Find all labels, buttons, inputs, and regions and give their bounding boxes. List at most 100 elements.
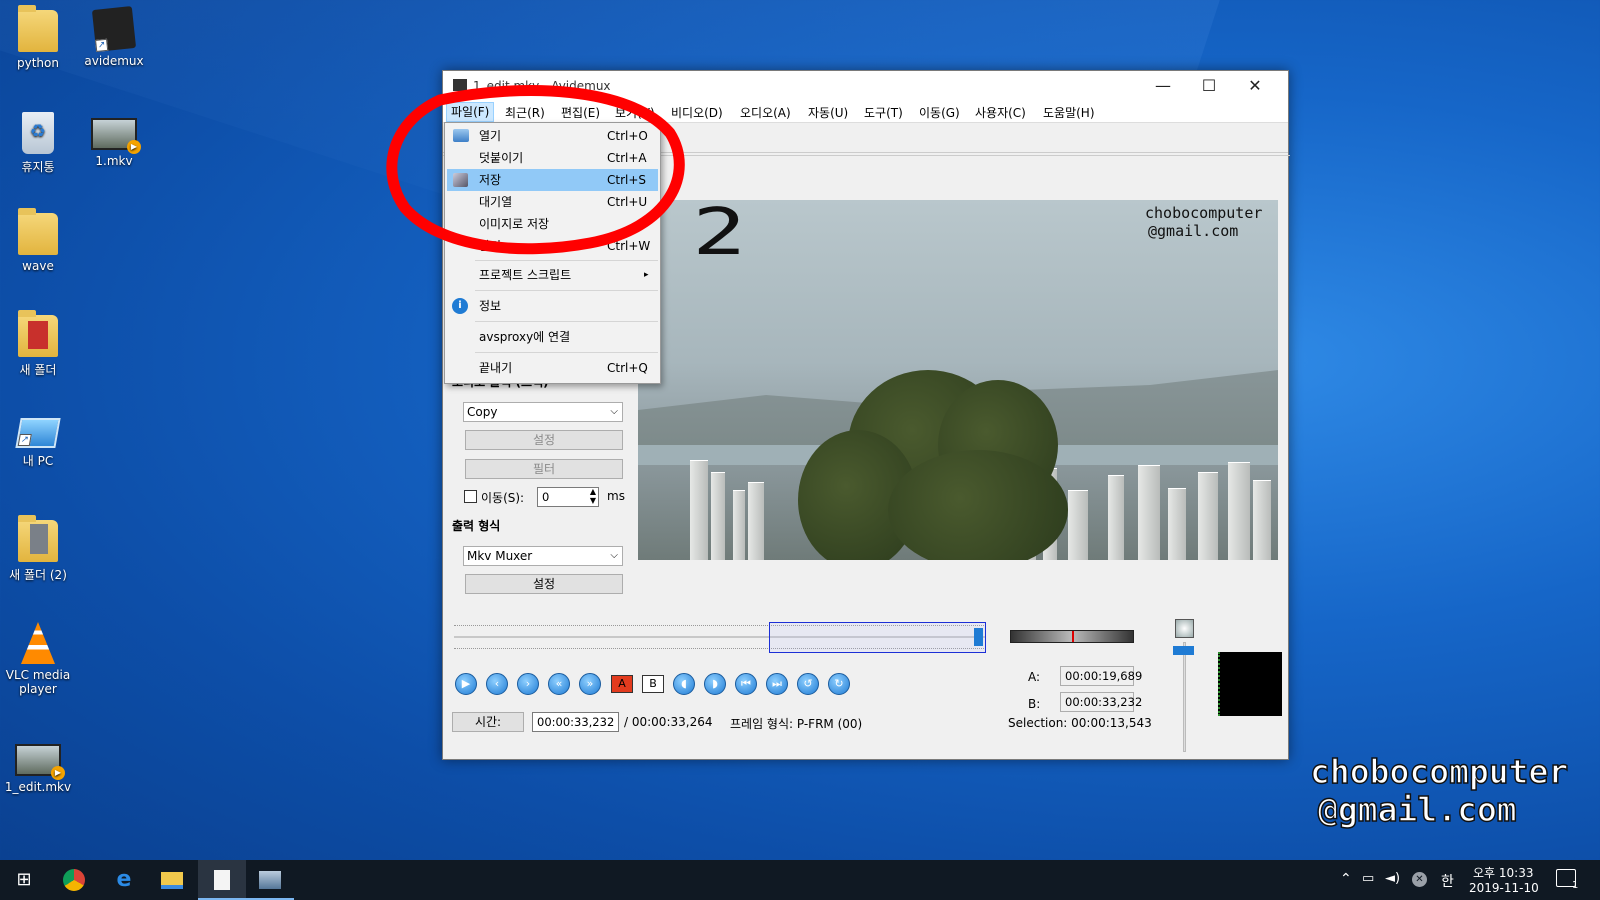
- edge-icon[interactable]: e: [100, 860, 148, 900]
- desktop-icon-1mkv[interactable]: ▶ 1.mkv: [78, 118, 150, 168]
- folder-doc-icon: [30, 524, 48, 554]
- speaker-icon[interactable]: [1175, 619, 1194, 638]
- avidemux-taskbar-icon[interactable]: [246, 860, 294, 900]
- selection-duration: Selection: 00:00:13,543: [1008, 716, 1152, 730]
- muxer-settings-button[interactable]: 설정: [465, 574, 623, 594]
- desktop-icon-1-edit-mkv[interactable]: ▶ 1_edit.mkv: [2, 744, 74, 794]
- prev-frame-button[interactable]: ‹: [486, 673, 508, 695]
- watermark-line2: @gmail.com: [1148, 222, 1239, 240]
- desktop-icon-label: 휴지통: [21, 160, 55, 174]
- timeline-track[interactable]: [454, 622, 986, 654]
- tray-chevron-up-icon[interactable]: ⌃: [1340, 871, 1352, 887]
- menu-item-shortcut: Ctrl+Q: [607, 361, 648, 375]
- clock-time[interactable]: 오후 10:33: [1473, 864, 1533, 881]
- desktop-icon-avidemux[interactable]: ↗ avidemux: [78, 6, 150, 68]
- menu-item-project-script[interactable]: 프로젝트 스크립트 ▸: [447, 264, 658, 286]
- desktop-icon-label: 1_edit.mkv: [4, 780, 72, 794]
- current-time-field[interactable]: 00:00:33,232: [532, 712, 619, 732]
- recycle-bin-icon: ♻: [22, 112, 54, 154]
- menu-separator: [475, 352, 658, 353]
- selection-range: [769, 622, 986, 653]
- folder-icon: [18, 5, 58, 52]
- next-keyframe-button[interactable]: »: [579, 673, 601, 695]
- play-button[interactable]: ▶: [455, 673, 477, 695]
- set-marker-b-button[interactable]: B: [642, 675, 664, 693]
- watermark-large-line1: chobocomputer: [1309, 751, 1569, 792]
- volume-icon[interactable]: ◄): [1385, 871, 1400, 886]
- menu-auto[interactable]: 자동(U): [808, 104, 848, 121]
- desktop-icon-python[interactable]: python: [2, 5, 74, 70]
- time-button[interactable]: 시간:: [452, 712, 524, 732]
- volume-handle[interactable]: [1173, 646, 1194, 655]
- marker-a-label: A:: [1028, 670, 1041, 684]
- desktop-icon-new-folder[interactable]: 새 폴더: [2, 310, 74, 378]
- file-explorer-icon[interactable]: [148, 860, 196, 900]
- maximize-button[interactable]: ☐: [1186, 71, 1232, 101]
- menu-item-info[interactable]: i 정보: [447, 295, 658, 317]
- tree: [888, 450, 1068, 560]
- muxer-select[interactable]: Mkv Muxer ⌵: [463, 546, 623, 566]
- desktop-icon-label: wave: [22, 259, 54, 273]
- forward-60-button[interactable]: ↻: [828, 673, 850, 695]
- building: [1068, 490, 1088, 560]
- clock-date[interactable]: 2019-11-10: [1469, 881, 1539, 895]
- volume-track[interactable]: [1183, 642, 1186, 752]
- menu-help[interactable]: 도움말(H): [1043, 104, 1095, 121]
- folder-icon: [18, 208, 58, 255]
- status-error-icon[interactable]: ✕: [1412, 872, 1427, 887]
- first-frame-button[interactable]: ⏮: [735, 673, 757, 695]
- close-button[interactable]: ✕: [1232, 71, 1278, 101]
- menu-item-avsproxy[interactable]: avsproxy에 연결: [447, 326, 658, 348]
- watermark-line1: chobocomputer: [1145, 204, 1263, 222]
- shift-checkbox[interactable]: [464, 490, 477, 503]
- audio-settings-button[interactable]: 설정: [465, 430, 623, 450]
- menu-tools[interactable]: 도구(T): [864, 104, 903, 121]
- jog-shuttle[interactable]: [1010, 630, 1134, 643]
- desktop-icon-label: 내 PC: [22, 454, 54, 468]
- chrome-logo: [63, 869, 85, 891]
- audio-codec-select[interactable]: Copy ⌵: [463, 402, 623, 422]
- shortcut-arrow-icon: ↗: [17, 434, 32, 446]
- desktop-icon-recycle-bin[interactable]: ♻ 휴지통: [2, 112, 74, 175]
- start-windows-icon[interactable]: ⊞: [0, 860, 48, 900]
- menu-separator: [475, 290, 658, 291]
- minimize-button[interactable]: —: [1140, 71, 1186, 101]
- prev-black-button[interactable]: ◖: [673, 673, 695, 695]
- prev-keyframe-button[interactable]: «: [548, 673, 570, 695]
- computer-icon: ↗: [15, 418, 61, 448]
- building: [1228, 462, 1250, 560]
- back-60-button[interactable]: ↺: [797, 673, 819, 695]
- shift-label: 이동(S):: [481, 491, 525, 505]
- timeline-slider-handle[interactable]: [974, 628, 983, 646]
- notepad-icon[interactable]: [198, 860, 246, 900]
- menu-go[interactable]: 이동(G): [919, 104, 960, 121]
- desktop-icon-new-folder-2[interactable]: 새 폴더 (2): [2, 515, 74, 583]
- network-icon[interactable]: ▭: [1362, 871, 1374, 886]
- chrome-icon[interactable]: [50, 860, 98, 900]
- red-circle-annotation: [386, 85, 685, 255]
- marker-b-time: 00:00:33,232: [1060, 692, 1142, 712]
- menu-custom[interactable]: 사용자(C): [975, 104, 1026, 121]
- desktop-icon-vlc[interactable]: VLC media player: [2, 622, 74, 696]
- last-frame-button[interactable]: ⏭: [766, 673, 788, 695]
- jog-indicator: [1072, 631, 1074, 642]
- ime-indicator[interactable]: 한: [1441, 871, 1454, 891]
- menu-item-quit[interactable]: 끝내기 Ctrl+Q: [447, 357, 658, 379]
- marker-b-glyph: B: [649, 677, 657, 690]
- folder-icon: [18, 515, 58, 562]
- marker-a-time: 00:00:19,689: [1060, 666, 1142, 686]
- desktop-icon-wave[interactable]: wave: [2, 208, 74, 273]
- shift-spinbox[interactable]: 0 ▲ ▼: [537, 487, 599, 507]
- set-marker-a-button[interactable]: A: [611, 675, 633, 693]
- building: [1138, 465, 1160, 560]
- audio-filter-button[interactable]: 필터: [465, 459, 623, 479]
- next-black-button[interactable]: ◗: [704, 673, 726, 695]
- shift-value: 0: [542, 490, 550, 504]
- next-frame-button[interactable]: ›: [517, 673, 539, 695]
- clapper-glyph: [259, 871, 281, 889]
- building: [1253, 480, 1271, 560]
- submenu-arrow-icon: ▸: [644, 270, 649, 280]
- desktop-icon-this-pc[interactable]: ↗ 내 PC: [2, 418, 74, 469]
- chevron-down-icon: ⌵: [610, 550, 618, 561]
- menu-audio[interactable]: 오디오(A): [740, 104, 791, 121]
